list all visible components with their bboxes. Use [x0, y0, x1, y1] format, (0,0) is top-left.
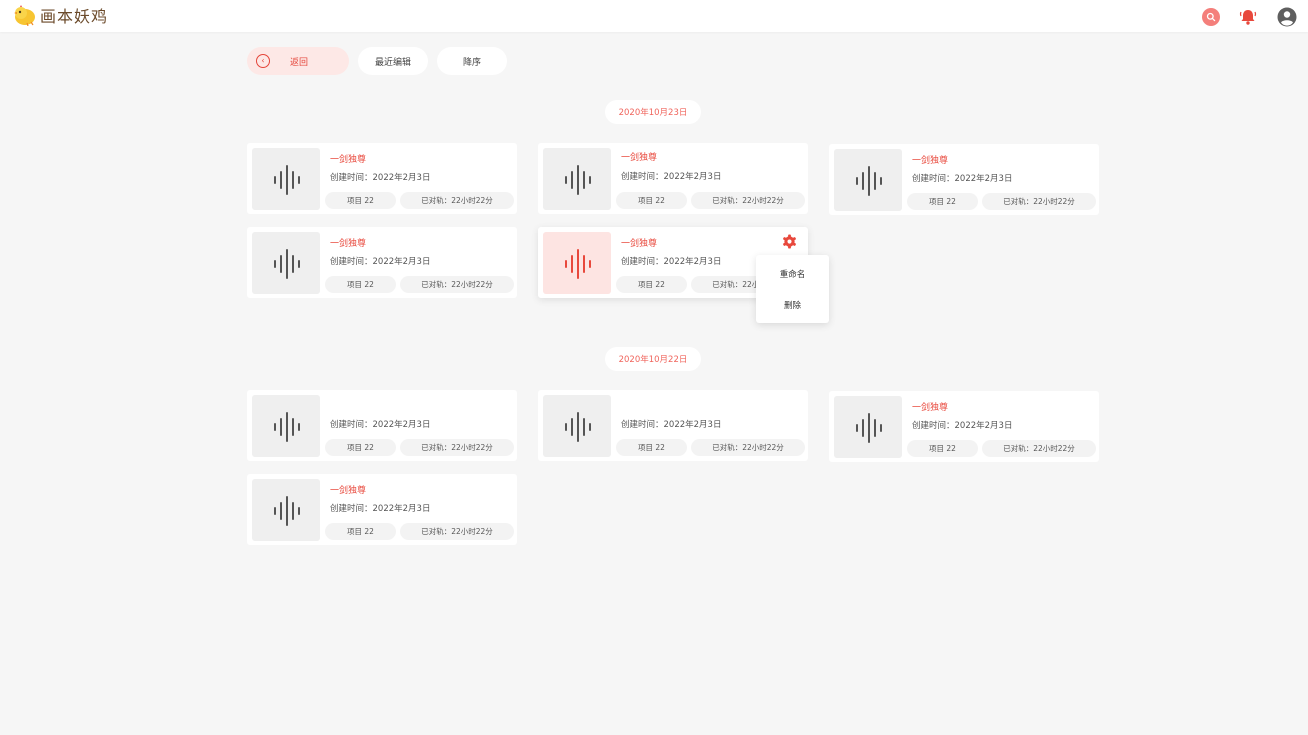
duration-badge: 已对轨：22小时22分 — [400, 276, 514, 293]
date-header: 2020年10月22日 — [605, 347, 701, 371]
logo-text: 画本妖鸡 — [40, 7, 109, 26]
account-button[interactable] — [1277, 7, 1297, 27]
project-card[interactable]: 创建时间：2022年2月3日 项目 22 已对轨：22小时22分 — [538, 390, 808, 461]
project-title: 一剑独尊 — [912, 156, 949, 166]
waveform-icon — [856, 413, 882, 443]
project-title: 一剑独尊 — [912, 403, 949, 413]
audio-thumbnail — [252, 479, 320, 541]
item-count-badge: 项目 22 — [616, 439, 687, 456]
duration-badge: 已对轨：22小时22分 — [400, 439, 514, 456]
waveform-icon — [856, 166, 882, 196]
recent-edit-button[interactable]: 最近编辑 — [358, 47, 428, 75]
created-date: 创建时间：2022年2月3日 — [330, 504, 431, 514]
project-card[interactable]: 一剑独尊 创建时间：2022年2月3日 项目 22 已对轨：22小时22分 — [247, 474, 517, 545]
waveform-icon — [565, 249, 591, 279]
audio-thumbnail — [252, 232, 320, 294]
created-date: 创建时间：2022年2月3日 — [330, 173, 431, 183]
sort-order-button[interactable]: 降序 — [437, 47, 507, 75]
item-count-badge: 项目 22 — [325, 276, 396, 293]
duration-badge: 已对轨：22小时22分 — [982, 193, 1096, 210]
date-header: 2020年10月23日 — [605, 100, 701, 124]
chick-logo-icon — [14, 5, 35, 26]
user-avatar-icon — [1277, 7, 1297, 27]
duration-badge: 已对轨：22小时22分 — [691, 439, 805, 456]
duration-badge: 已对轨：22小时22分 — [400, 523, 514, 540]
item-count-badge: 项目 22 — [325, 192, 396, 209]
audio-thumbnail — [543, 232, 611, 294]
audio-thumbnail — [252, 148, 320, 210]
duration-badge: 已对轨：22小时22分 — [400, 192, 514, 209]
context-menu: 重命名 删除 — [756, 255, 829, 323]
back-label: 返回 — [290, 57, 309, 68]
created-date: 创建时间：2022年2月3日 — [621, 172, 722, 182]
item-count-badge: 项目 22 — [325, 439, 396, 456]
audio-thumbnail — [543, 395, 611, 457]
chevron-left-icon: ‹ — [256, 54, 270, 68]
item-count-badge: 项目 22 — [325, 523, 396, 540]
app-logo[interactable]: 画本妖鸡 — [13, 3, 108, 27]
waveform-icon — [565, 412, 591, 442]
waveform-icon — [274, 496, 300, 526]
project-title: 一剑独尊 — [330, 239, 367, 249]
project-title: 一剑独尊 — [621, 153, 658, 163]
audio-thumbnail — [834, 396, 902, 458]
gear-icon[interactable] — [782, 234, 797, 249]
waveform-icon — [565, 165, 591, 195]
bell-icon — [1239, 10, 1257, 25]
item-count-badge: 项目 22 — [907, 440, 978, 457]
item-count-badge: 项目 22 — [616, 192, 687, 209]
top-bar: 画本妖鸡 — [0, 0, 1308, 32]
project-title: 一剑独尊 — [330, 486, 367, 496]
duration-badge: 已对轨：22小时22分 — [691, 192, 805, 209]
audio-thumbnail — [543, 148, 611, 210]
waveform-icon — [274, 165, 300, 195]
created-date: 创建时间：2022年2月3日 — [912, 174, 1013, 184]
project-card[interactable]: 一剑独尊 创建时间：2022年2月3日 项目 22 已对轨：22小时22分 — [829, 144, 1099, 215]
project-card[interactable]: 一剑独尊 创建时间：2022年2月3日 项目 22 已对轨：22小时22分 — [247, 227, 517, 298]
audio-thumbnail — [834, 149, 902, 211]
sort-order-label: 降序 — [462, 57, 481, 68]
waveform-icon — [274, 412, 300, 442]
search-button[interactable] — [1202, 8, 1220, 26]
project-card[interactable]: 一剑独尊 创建时间：2022年2月3日 项目 22 已对轨：22小时22分 — [829, 391, 1099, 462]
created-date: 创建时间：2022年2月3日 — [621, 420, 722, 430]
created-date: 创建时间：2022年2月3日 — [621, 257, 722, 267]
created-date: 创建时间：2022年2月3日 — [330, 257, 431, 267]
waveform-icon — [274, 249, 300, 279]
notification-button[interactable] — [1238, 7, 1258, 27]
project-card[interactable]: 一剑独尊 创建时间：2022年2月3日 项目 22 已对轨：22小时22分 — [538, 143, 808, 214]
delete-menu-item[interactable]: 删除 — [756, 292, 829, 318]
project-card[interactable]: 一剑独尊 创建时间：2022年2月3日 项目 22 已对轨：22小时22分 — [247, 143, 517, 214]
search-icon — [1206, 12, 1216, 22]
audio-thumbnail — [252, 395, 320, 457]
project-title: 一剑独尊 — [330, 155, 367, 165]
item-count-badge: 项目 22 — [616, 276, 687, 293]
rename-menu-item[interactable]: 重命名 — [756, 261, 829, 287]
created-date: 创建时间：2022年2月3日 — [912, 421, 1013, 431]
created-date: 创建时间：2022年2月3日 — [330, 420, 431, 430]
project-card[interactable]: 创建时间：2022年2月3日 项目 22 已对轨：22小时22分 — [247, 390, 517, 461]
recent-edit-label: 最近编辑 — [374, 57, 411, 68]
item-count-badge: 项目 22 — [907, 193, 978, 210]
duration-badge: 已对轨：22小时22分 — [982, 440, 1096, 457]
project-title: 一剑独尊 — [621, 239, 658, 249]
back-button[interactable]: ‹ 返回 — [247, 47, 349, 75]
